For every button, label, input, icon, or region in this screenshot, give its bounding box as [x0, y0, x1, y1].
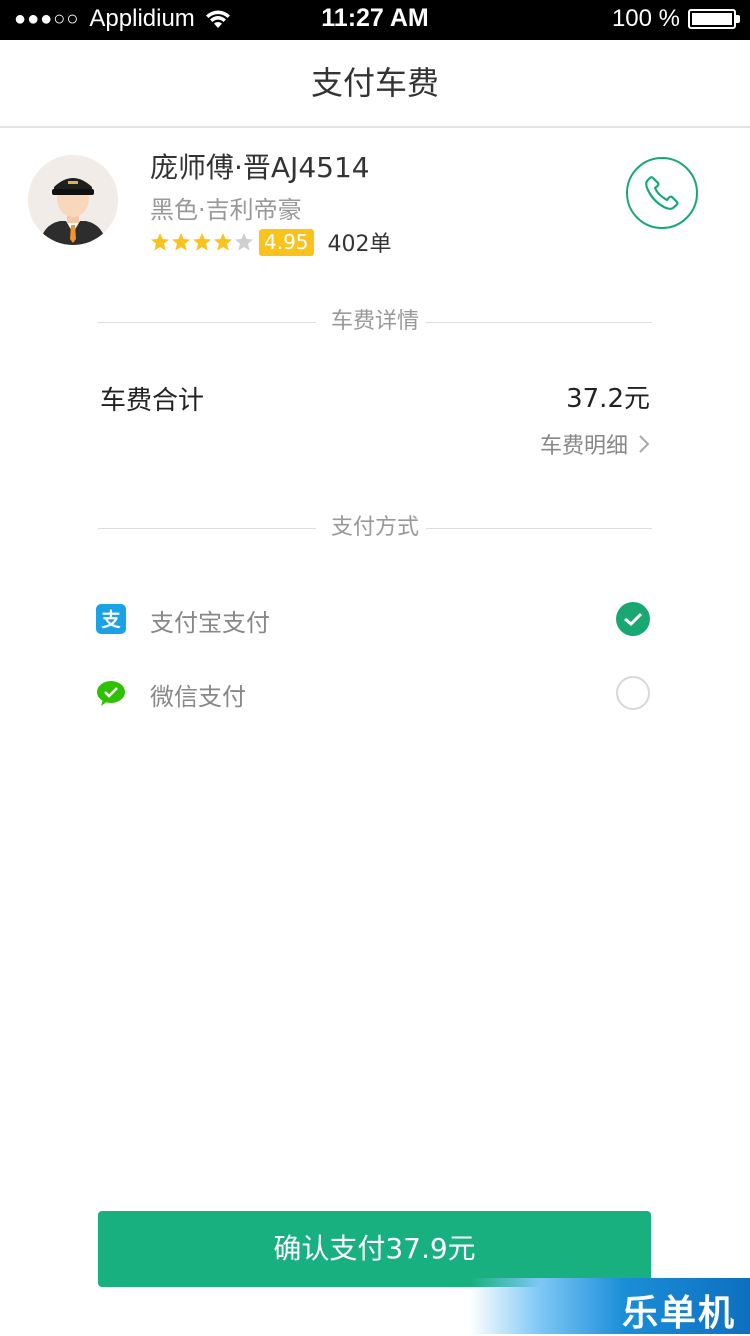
- alipay-icon: 支: [96, 604, 126, 634]
- phone-icon: [645, 176, 679, 210]
- order-count: 402单: [327, 232, 392, 257]
- wechat-icon: [97, 681, 125, 706]
- battery-percent: 100 %: [611, 5, 680, 32]
- chevron-right-icon: [639, 435, 650, 453]
- call-driver-button[interactable]: [626, 157, 698, 229]
- rating-stars: [150, 232, 255, 252]
- car-description: 黑色·吉利帝豪: [150, 196, 302, 224]
- payment-option-wechat[interactable]: 微信支付: [96, 674, 652, 714]
- status-right: 100 %: [611, 5, 740, 33]
- wechat-radio-unchecked[interactable]: [616, 676, 650, 710]
- driver-avatar-icon: [28, 155, 118, 245]
- fare-section-title: 车费详情: [330, 309, 419, 334]
- alipay-radio-checked[interactable]: [616, 602, 650, 636]
- status-bar: ●●●○○ Applidium 11:27 AM 100 %: [0, 0, 750, 40]
- battery-icon: [688, 9, 740, 29]
- star-filled-icon: [214, 233, 232, 251]
- driver-name: 庞师傅·晋AJ4514: [150, 151, 370, 184]
- alipay-label: 支付宝支付: [150, 609, 270, 637]
- watermark-logo: 乐单机: [470, 1278, 750, 1334]
- fare-total-label: 车费合计: [100, 386, 205, 416]
- confirm-payment-button[interactable]: 确认支付37.9元: [98, 1211, 651, 1287]
- star-filled-icon: [151, 233, 169, 251]
- rating-badge: 4.95: [259, 228, 314, 256]
- payment-option-alipay[interactable]: 支 支付宝支付: [96, 600, 652, 640]
- checkmark-icon: [624, 612, 643, 627]
- rating-row: 4.95 402单: [150, 228, 392, 257]
- payment-section-divider: 支付方式: [98, 514, 652, 542]
- wechat-label: 微信支付: [150, 683, 246, 711]
- fare-total-value: 37.2元: [566, 384, 650, 414]
- star-empty-icon: [235, 233, 253, 251]
- fare-detail-label: 车费明细: [539, 434, 628, 459]
- page-title: 支付车费: [0, 40, 750, 128]
- fare-detail-link[interactable]: 车费明细: [540, 428, 650, 460]
- fare-section-divider: 车费详情: [98, 308, 652, 336]
- payment-section-title: 支付方式: [330, 515, 419, 540]
- star-filled-icon: [172, 233, 190, 251]
- star-filled-icon: [193, 233, 211, 251]
- svg-text:支: 支: [100, 609, 121, 631]
- watermark-text: 乐单机: [621, 1293, 736, 1334]
- driver-avatar: [28, 155, 118, 245]
